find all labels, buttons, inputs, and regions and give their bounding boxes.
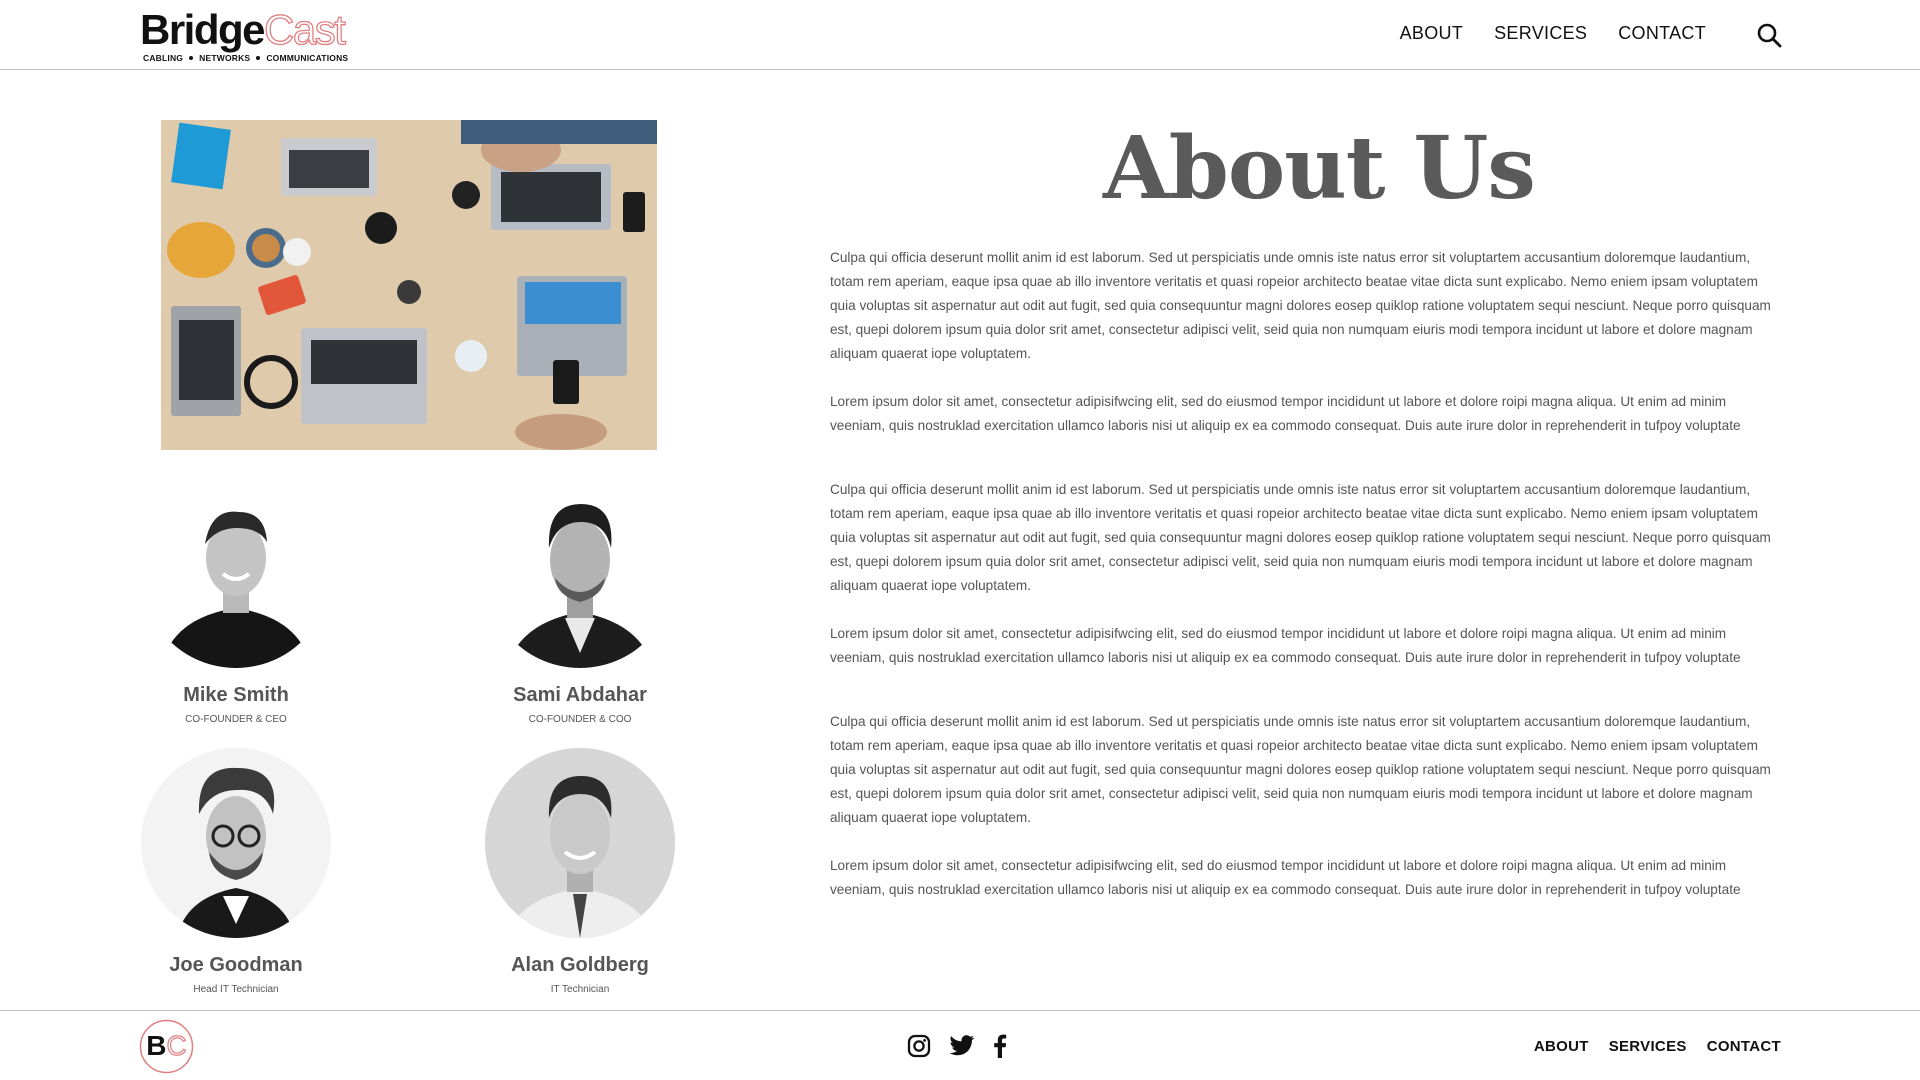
team-member-role: CO-FOUNDER & CEO xyxy=(185,714,287,725)
nav-services[interactable]: SERVICES xyxy=(1494,23,1587,44)
instagram-icon[interactable] xyxy=(907,1034,931,1058)
team-member-name: Joe Goodman xyxy=(169,954,303,976)
team-member-card: Joe Goodman Head IT Technician xyxy=(121,748,351,995)
team-member-card: Alan Goldberg IT Technician xyxy=(465,748,695,995)
team-member-card: Sami Abdahar CO-FOUNDER & COO xyxy=(465,478,695,725)
tagline-item: CABLING xyxy=(143,53,184,63)
brand-logo[interactable]: BridgeCast CABLING NETWORKS COMMUNICATIO… xyxy=(140,6,350,64)
about-paragraph: Lorem ipsum dolor sit amet, consectetur … xyxy=(830,858,1741,897)
brand-tagline: CABLING NETWORKS COMMUNICATIONS xyxy=(140,53,350,63)
footer-nav-about[interactable]: ABOUT xyxy=(1534,1038,1589,1055)
team-member-portrait xyxy=(141,748,331,938)
nav-about[interactable]: ABOUT xyxy=(1400,23,1464,44)
brand-monogram[interactable]: BC xyxy=(139,1019,194,1074)
about-paragraph: Culpa qui officia deserunt mollit anim i… xyxy=(830,714,1771,825)
brand-monogram-text: BC xyxy=(146,1030,186,1061)
team-member-name: Sami Abdahar xyxy=(513,684,647,706)
brand-name-part2: Cast xyxy=(263,6,346,53)
team-member-card: Mike Smith CO-FOUNDER & CEO xyxy=(121,478,351,725)
tagline-dot xyxy=(189,56,194,60)
brand-wordmark: BridgeCast xyxy=(140,6,350,53)
facebook-icon[interactable] xyxy=(993,1034,1007,1058)
brand-name-part1: Bridge xyxy=(140,6,266,53)
tagline-item: COMMUNICATIONS xyxy=(266,53,349,63)
nav-contact[interactable]: CONTACT xyxy=(1618,23,1706,44)
about-content: Culpa qui officia deserunt mollit anim i… xyxy=(830,246,1780,942)
team-member-role: CO-FOUNDER & COO xyxy=(528,714,632,725)
site-header: BridgeCast CABLING NETWORKS COMMUNICATIO… xyxy=(0,0,1920,70)
team-member-role: Head IT Technician xyxy=(193,984,279,995)
about-paragraph: Lorem ipsum dolor sit amet, consectetur … xyxy=(830,626,1741,665)
site-footer: BC ABOUT SERVICES CONTACT xyxy=(0,1010,1920,1080)
team-member-portrait xyxy=(485,478,675,668)
footer-nav-contact[interactable]: CONTACT xyxy=(1707,1038,1781,1055)
footer-nav: ABOUT SERVICES CONTACT xyxy=(1534,1038,1781,1055)
twitter-icon[interactable] xyxy=(949,1035,975,1057)
social-links xyxy=(907,1034,1007,1058)
about-title: About Us xyxy=(1103,118,1536,219)
team-member-name: Alan Goldberg xyxy=(511,954,649,976)
about-paragraph: Culpa qui officia deserunt mollit anim i… xyxy=(830,250,1771,361)
team-member-portrait xyxy=(485,748,675,938)
team-member-name: Mike Smith xyxy=(183,684,289,706)
team-member-portrait xyxy=(141,478,331,668)
search-icon[interactable] xyxy=(1756,22,1782,48)
office-desk-photo xyxy=(161,120,657,450)
about-paragraph: Culpa qui officia deserunt mollit anim i… xyxy=(830,482,1771,593)
team-member-role: IT Technician xyxy=(550,984,610,995)
tagline-dot xyxy=(256,56,261,60)
about-paragraph: Lorem ipsum dolor sit amet, consectetur … xyxy=(830,394,1741,433)
main-nav: ABOUT SERVICES CONTACT xyxy=(1400,23,1706,44)
footer-nav-services[interactable]: SERVICES xyxy=(1609,1038,1687,1055)
tagline-item: NETWORKS xyxy=(199,53,251,63)
